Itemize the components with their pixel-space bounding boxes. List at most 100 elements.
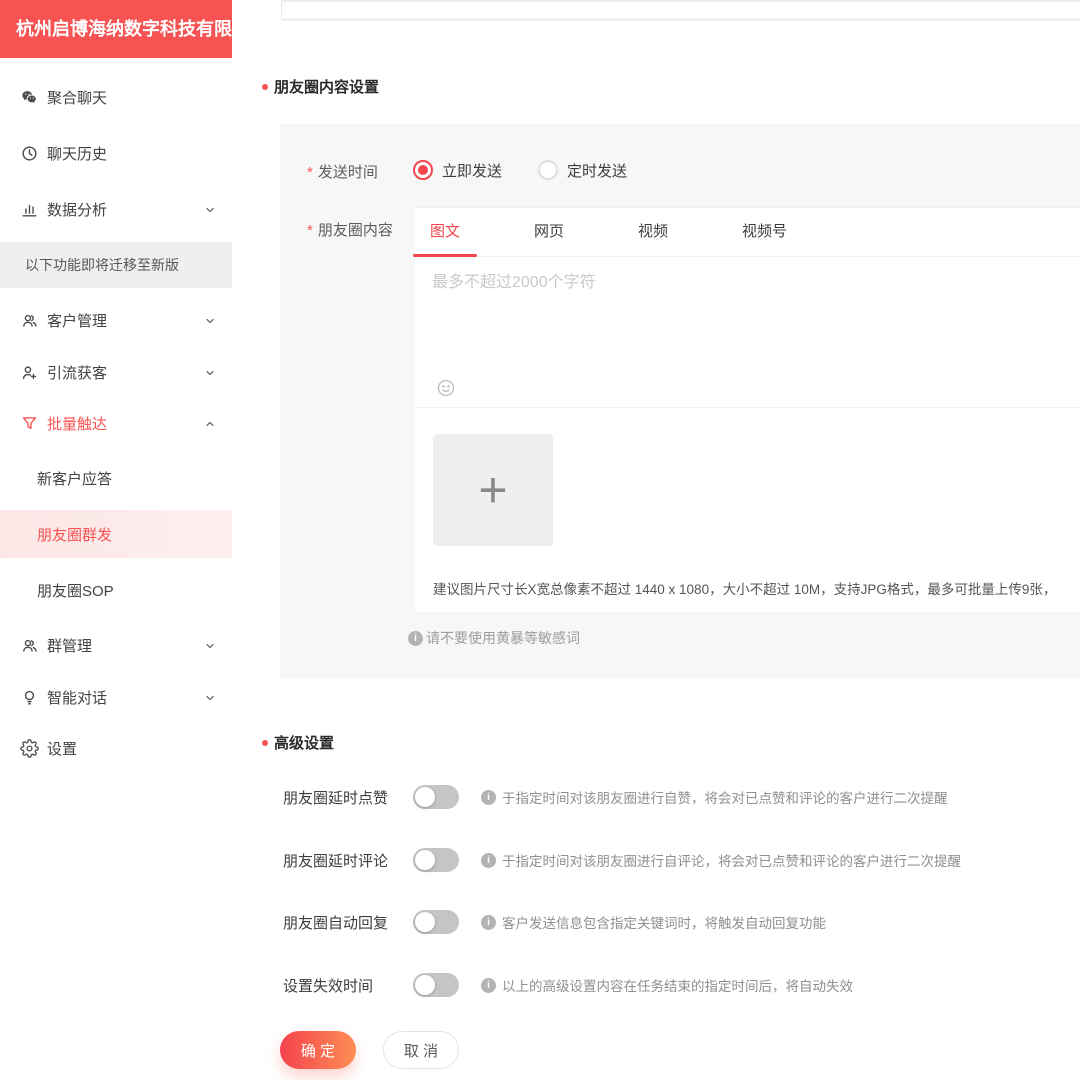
tab-video-channel[interactable]: 视频号: [742, 208, 787, 256]
toggle-hint: i 于指定时间对该朋友圈进行自评论，将会对已点赞和评论的客户进行二次提醒: [481, 850, 961, 870]
sidebar-item-customer-management[interactable]: 客户管理: [0, 296, 232, 344]
chevron-down-icon: [204, 314, 216, 326]
toggle-knob: [415, 787, 435, 807]
moments-text-input[interactable]: [432, 268, 1062, 373]
sidebar-item-label: 智能对话: [47, 689, 108, 707]
moments-editor-box: 图文 网页 视频 视频号 + 建议图片尺寸长X宽总像素不超过 1440 x 10…: [412, 207, 1080, 612]
sidebar-item-label: 引流获客: [47, 364, 108, 382]
sidebar-item-moments-bulk-send[interactable]: 朋友圈群发: [0, 510, 232, 558]
info-icon: i: [481, 914, 496, 930]
radio-send-now[interactable]: [413, 160, 433, 180]
toggle-label: 设置失效时间: [283, 977, 374, 995]
sidebar-item-label: 数据分析: [47, 201, 108, 219]
delayed-comment-toggle[interactable]: [413, 848, 459, 872]
info-icon: i: [408, 630, 423, 646]
section-title-text: 高级设置: [274, 735, 335, 752]
sidebar-item-moments-sop[interactable]: 朋友圈SOP: [0, 566, 232, 614]
advanced-row-delayed-comment: 朋友圈延时评论 i 于指定时间对该朋友圈进行自评论，将会对已点赞和评论的客户进行…: [283, 847, 1080, 873]
bar-chart-icon: [19, 199, 39, 219]
sidebar-item-label: 批量触达: [47, 415, 108, 433]
sidebar-item-label: 朋友圈群发: [37, 526, 113, 544]
company-header: 杭州启博海纳数字科技有限公司: [0, 0, 232, 58]
send-time-label: * 发送时间: [307, 164, 378, 181]
toggle-label: 朋友圈延时点赞: [283, 789, 389, 807]
scrolled-content-edge: [281, 0, 1080, 18]
user-plus-icon: [19, 362, 39, 382]
app: 杭州启博海纳数字科技有限公司 聚合聊天 聊天历史 数据分析 以下功能即将迁移至新…: [0, 0, 1080, 1080]
toggle-knob: [415, 912, 435, 932]
red-dot-icon: [262, 739, 268, 746]
users-icon: [19, 310, 39, 330]
advanced-row-auto-reply: 朋友圈自动回复 i 客户发送信息包含指定关键词时，将触发自动回复功能: [283, 909, 1080, 935]
section-title-text: 朋友圈内容设置: [274, 79, 380, 96]
sidebar-item-label: 新客户应答: [37, 470, 113, 488]
users-icon: [19, 635, 39, 655]
confirm-button[interactable]: 确 定: [280, 1031, 356, 1069]
upload-hint-text: 建议图片尺寸长X宽总像素不超过 1440 x 1080，大小不超过 10M，支持…: [433, 582, 1057, 597]
sidebar-item-aggregate-chat[interactable]: 聚合聊天: [0, 73, 232, 121]
sidebar-item-data-analysis[interactable]: 数据分析: [0, 185, 232, 233]
toggle-hint: i 以上的高级设置内容在任务结束的指定时间后，将自动失效: [481, 975, 853, 995]
advanced-row-expiry-time: 设置失效时间 i 以上的高级设置内容在任务结束的指定时间后，将自动失效: [283, 972, 1080, 998]
sidebar-item-label: 设置: [47, 740, 78, 758]
send-time-radio-group: 立即发送 定时发送: [413, 158, 627, 182]
sidebar-item-bulk-reach[interactable]: 批量触达: [0, 399, 232, 447]
chevron-down-icon: [204, 639, 216, 651]
radio-send-now-label[interactable]: 立即发送: [442, 160, 502, 181]
migration-notice-banner: 以下功能即将迁移至新版: [0, 242, 232, 288]
sidebar-item-label: 聊天历史: [47, 145, 108, 163]
sidebar-item-settings[interactable]: 设置: [0, 724, 232, 772]
advanced-row-delayed-like: 朋友圈延时点赞 i 于指定时间对该朋友圈进行自赞，将会对已点赞和评论的客户进行二…: [283, 784, 1080, 810]
red-dot-icon: [262, 83, 268, 90]
section-title-moments-content: 朋友圈内容设置: [262, 76, 379, 97]
emoji-icon[interactable]: [436, 378, 456, 398]
radio-send-scheduled-label[interactable]: 定时发送: [567, 160, 627, 181]
sidebar-item-label: 朋友圈SOP: [37, 582, 114, 600]
section-title-advanced-settings: 高级设置: [262, 732, 334, 753]
auto-reply-toggle[interactable]: [413, 910, 459, 934]
moments-content-label: * 朋友圈内容: [307, 222, 393, 239]
chat-icon: [19, 87, 39, 107]
content-type-tabs: 图文 网页 视频 视频号: [412, 208, 1080, 257]
chevron-down-icon: [204, 366, 216, 378]
sidebar-item-group-management[interactable]: 群管理: [0, 621, 232, 669]
chevron-down-icon: [204, 691, 216, 703]
divider: [415, 407, 1080, 408]
bulb-icon: [19, 687, 39, 707]
info-icon: i: [481, 977, 496, 993]
section-divider: [281, 18, 1080, 21]
sidebar-item-new-customer-reply[interactable]: 新客户应答: [0, 454, 232, 502]
plus-icon: +: [478, 462, 508, 518]
sidebar-item-label: 客户管理: [47, 312, 108, 330]
toggle-hint: i 客户发送信息包含指定关键词时，将触发自动回复功能: [481, 912, 826, 932]
required-asterisk: *: [307, 164, 313, 181]
radio-send-scheduled[interactable]: [538, 160, 559, 180]
image-upload-button[interactable]: +: [433, 434, 553, 546]
sidebar: 杭州启博海纳数字科技有限公司 聚合聊天 聊天历史 数据分析 以下功能即将迁移至新…: [0, 0, 232, 1080]
sensitive-words-warning: i 请不要使用黄暴等敏感词: [408, 628, 580, 648]
tab-webpage[interactable]: 网页: [534, 208, 564, 256]
required-asterisk: *: [307, 222, 313, 239]
warning-text: 请不要使用黄暴等敏感词: [426, 630, 580, 646]
sidebar-item-label: 聚合聊天: [47, 89, 108, 107]
expiry-time-toggle[interactable]: [413, 973, 459, 997]
sidebar-item-smart-dialogue[interactable]: 智能对话: [0, 673, 232, 721]
moments-form-panel: * 发送时间 立即发送 定时发送 * 朋友圈内容 图文 网页 视频 视频号 最多…: [280, 124, 1080, 678]
toggle-label: 朋友圈自动回复: [283, 914, 389, 932]
delayed-like-toggle[interactable]: [413, 785, 459, 809]
sidebar-item-traffic-acquisition[interactable]: 引流获客: [0, 348, 232, 396]
chevron-down-icon: [204, 203, 216, 215]
clock-icon: [19, 143, 39, 163]
toggle-knob: [415, 850, 435, 870]
toggle-hint: i 于指定时间对该朋友圈进行自赞，将会对已点赞和评论的客户进行二次提醒: [481, 787, 948, 807]
sidebar-item-label: 群管理: [47, 637, 93, 655]
tab-image-text[interactable]: 图文: [412, 208, 478, 257]
sidebar-item-chat-history[interactable]: 聊天历史: [0, 129, 232, 177]
cancel-button[interactable]: 取 消: [383, 1031, 459, 1069]
info-icon: i: [481, 789, 496, 805]
info-icon: i: [481, 852, 496, 868]
chevron-up-icon: [204, 417, 216, 429]
funnel-icon: [19, 413, 39, 433]
tab-video[interactable]: 视频: [638, 208, 668, 256]
gear-icon: [19, 738, 39, 758]
